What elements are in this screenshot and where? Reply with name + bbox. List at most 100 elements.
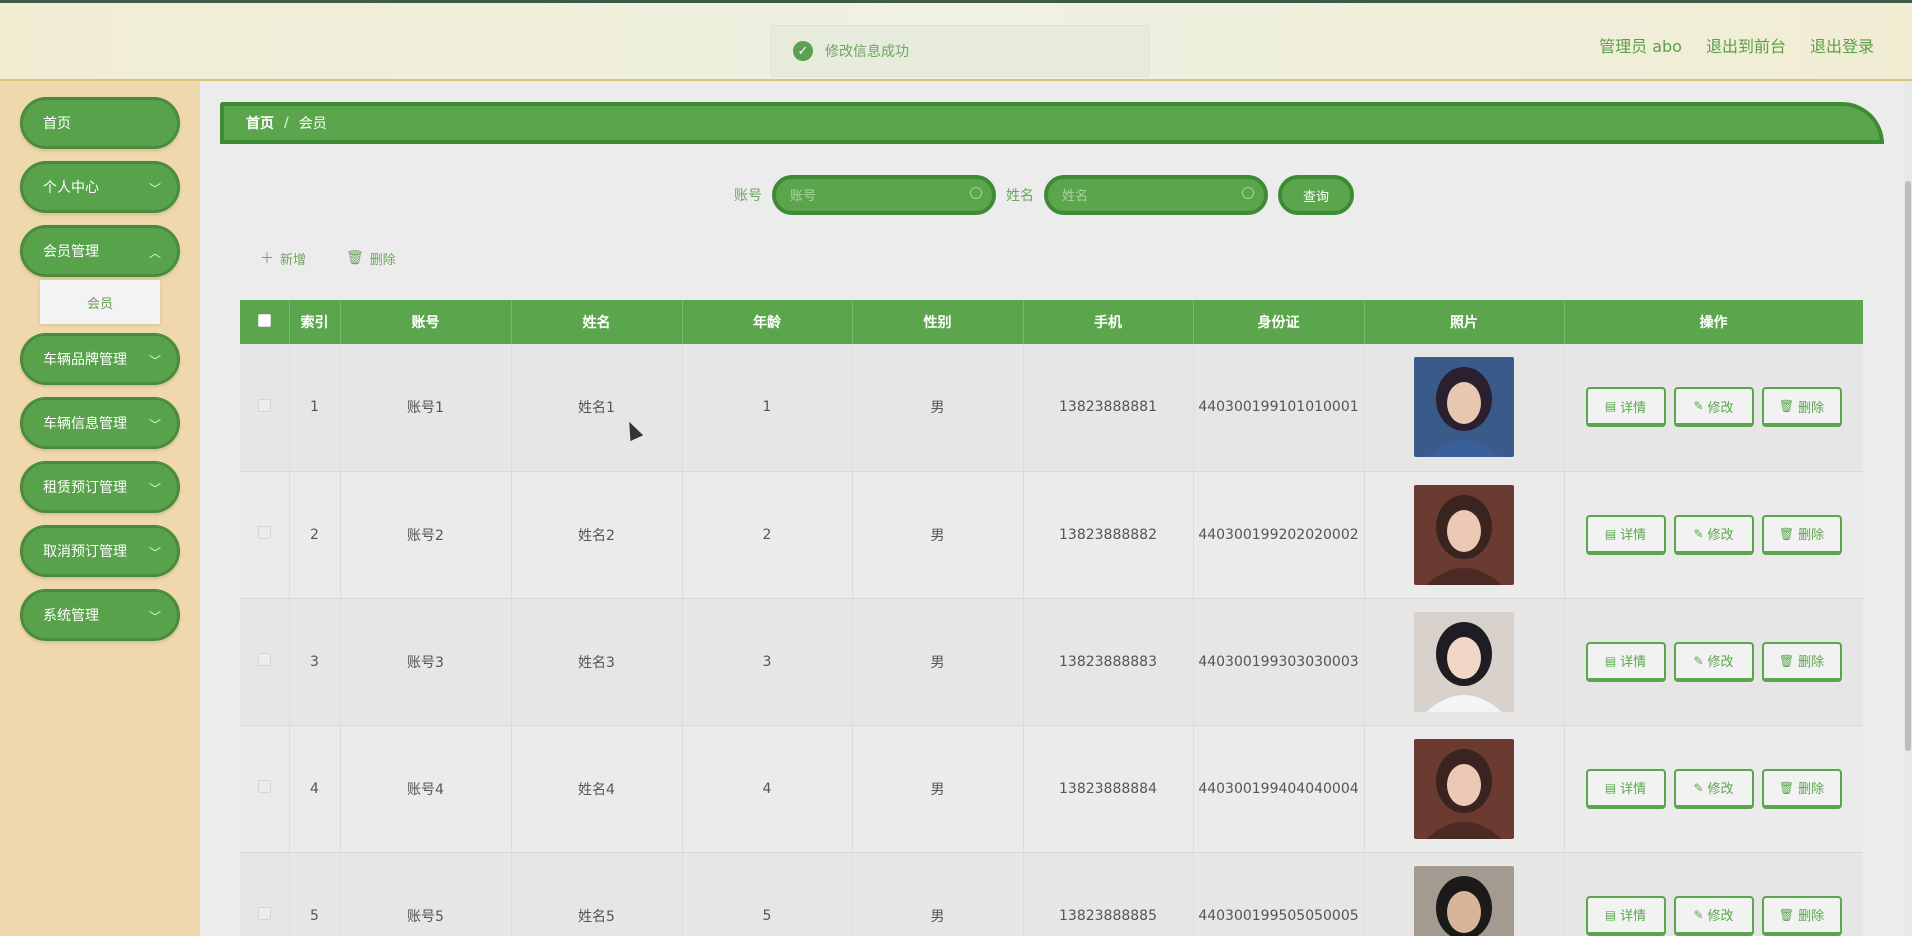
delete-label: 删除 (1798, 655, 1825, 670)
scrollbar-thumb[interactable] (1905, 181, 1911, 751)
sidebar-item-vehicle-brand[interactable]: 车辆品牌管理 ﹀ (20, 333, 180, 385)
trash-icon: 🗑 (1778, 526, 1795, 541)
cell-account: 账号5 (340, 852, 512, 936)
success-toast: ✓ 修改信息成功 (770, 25, 1150, 77)
chevron-up-icon: ︿ (148, 246, 161, 260)
document-icon: ▤ (1604, 526, 1617, 541)
cell-age: 3 (682, 598, 853, 726)
row-checkbox[interactable] (257, 653, 271, 666)
breadcrumb-current: 会员 (298, 116, 327, 132)
cell-photo (1364, 471, 1565, 599)
breadcrumb-separator: / (284, 115, 289, 131)
delete-button[interactable]: 🗑 删除 (1761, 768, 1842, 809)
delete-label: 删除 (1798, 400, 1825, 416)
col-age: 年龄 (682, 300, 853, 344)
member-photo[interactable] (1414, 484, 1514, 585)
sidebar-item-label: 取消预订管理 (43, 544, 127, 560)
sidebar-subitem-label: 会员 (86, 296, 113, 312)
cell-operations: ▤ 详情 ✎ 修改 🗑 删除 (1564, 471, 1863, 599)
col-idcard: 身份证 (1193, 300, 1365, 344)
detail-label: 详情 (1620, 655, 1647, 670)
document-icon: ▤ (1604, 399, 1617, 414)
exit-frontend-link[interactable]: 退出到前台 (1706, 33, 1786, 57)
sidebar-item-label: 首页 (43, 116, 71, 132)
delete-button[interactable]: 🗑 删除 (1761, 641, 1842, 682)
detail-button[interactable]: ▤ 详情 (1585, 387, 1666, 428)
delete-label: 删除 (1798, 528, 1825, 543)
row-checkbox[interactable] (257, 907, 271, 920)
sidebar-item-label: 租赁预订管理 (43, 480, 127, 496)
toast-message: 修改信息成功 (825, 44, 909, 60)
delete-label: 删除 (369, 252, 396, 268)
edit-label: 修改 (1707, 528, 1734, 543)
col-photo: 照片 (1364, 300, 1565, 344)
sidebar-item-system[interactable]: 系统管理 ﹀ (20, 589, 180, 641)
member-photo[interactable] (1414, 611, 1514, 712)
edit-button[interactable]: ✎ 修改 (1673, 387, 1754, 428)
cell-gender: 男 (852, 725, 1024, 853)
batch-delete-button[interactable]: 🗑 删除 (346, 248, 396, 268)
cell-account: 账号1 (340, 344, 512, 472)
cell-gender: 男 (852, 598, 1024, 726)
cell-photo (1364, 344, 1565, 472)
name-search-input[interactable] (1048, 179, 1264, 211)
check-circle-icon: ✓ (793, 41, 813, 61)
row-checkbox[interactable] (257, 526, 271, 539)
edit-label: 修改 (1707, 655, 1734, 670)
col-phone: 手机 (1023, 300, 1194, 344)
delete-label: 删除 (1798, 909, 1825, 924)
member-photo[interactable] (1414, 865, 1514, 936)
document-icon: ▤ (1604, 907, 1617, 922)
cell-idcard: 440300199303030003 (1193, 598, 1365, 726)
delete-button[interactable]: 🗑 删除 (1761, 895, 1842, 936)
cell-gender: 男 (852, 852, 1024, 936)
cell-index: 1 (289, 344, 341, 472)
col-index: 索引 (289, 300, 341, 344)
edit-button[interactable]: ✎ 修改 (1673, 895, 1754, 936)
select-all-checkbox[interactable] (257, 313, 271, 327)
cell-account: 账号3 (340, 598, 512, 726)
edit-button[interactable]: ✎ 修改 (1673, 641, 1754, 682)
breadcrumb-home[interactable]: 首页 (246, 113, 274, 133)
cell-operations: ▤ 详情 ✎ 修改 🗑 删除 (1564, 725, 1863, 853)
sidebar-item-home[interactable]: 首页 (20, 97, 180, 149)
row-checkbox[interactable] (257, 780, 271, 793)
account-search-input[interactable] (776, 179, 992, 211)
delete-button[interactable]: 🗑 删除 (1761, 387, 1842, 428)
search-icon (1242, 187, 1254, 199)
chevron-down-icon: ﹀ (148, 418, 161, 432)
delete-button[interactable]: 🗑 删除 (1761, 514, 1842, 555)
edit-button[interactable]: ✎ 修改 (1673, 514, 1754, 555)
add-button[interactable]: ＋ 新增 (260, 248, 306, 268)
logout-link[interactable]: 退出登录 (1810, 33, 1874, 57)
account-label: 账号 (734, 188, 762, 204)
cell-operations: ▤ 详情 ✎ 修改 🗑 删除 (1564, 598, 1863, 726)
query-button[interactable]: 查询 (1278, 175, 1354, 215)
sidebar-item-vehicle-info[interactable]: 车辆信息管理 ﹀ (20, 397, 180, 449)
page-scrollbar[interactable] (1904, 81, 1912, 936)
member-photo[interactable] (1414, 357, 1514, 458)
detail-button[interactable]: ▤ 详情 (1585, 895, 1666, 936)
detail-label: 详情 (1620, 909, 1647, 924)
member-photo[interactable] (1414, 738, 1514, 839)
edit-button[interactable]: ✎ 修改 (1673, 768, 1754, 809)
chevron-down-icon: ﹀ (148, 182, 161, 196)
sidebar-item-label: 会员管理 (43, 244, 99, 260)
cell-index: 3 (289, 598, 341, 726)
detail-button[interactable]: ▤ 详情 (1585, 514, 1666, 555)
cell-name: 姓名4 (511, 725, 683, 853)
sidebar-item-label: 系统管理 (43, 608, 99, 624)
sidebar-item-rental-booking[interactable]: 租赁预订管理 ﹀ (20, 461, 180, 513)
row-checkbox[interactable] (257, 398, 271, 412)
sidebar-item-member-management[interactable]: 会员管理 ︿ (20, 225, 180, 277)
delete-label: 删除 (1798, 782, 1825, 797)
edit-icon: ✎ (1693, 780, 1704, 795)
sidebar-item-personal-center[interactable]: 个人中心 ﹀ (20, 161, 180, 213)
sidebar-item-cancel-booking[interactable]: 取消预订管理 ﹀ (20, 525, 180, 577)
detail-button[interactable]: ▤ 详情 (1585, 768, 1666, 809)
sidebar-subitem-member[interactable]: 会员 (40, 280, 160, 324)
cell-operations: ▤ 详情 ✎ 修改 🗑 删除 (1564, 344, 1863, 472)
detail-button[interactable]: ▤ 详情 (1585, 641, 1666, 682)
col-name: 姓名 (511, 300, 683, 344)
table-row: 5 账号5 姓名5 5 男 13823888885 440300199505050005 ▤ 详… (240, 852, 1863, 936)
